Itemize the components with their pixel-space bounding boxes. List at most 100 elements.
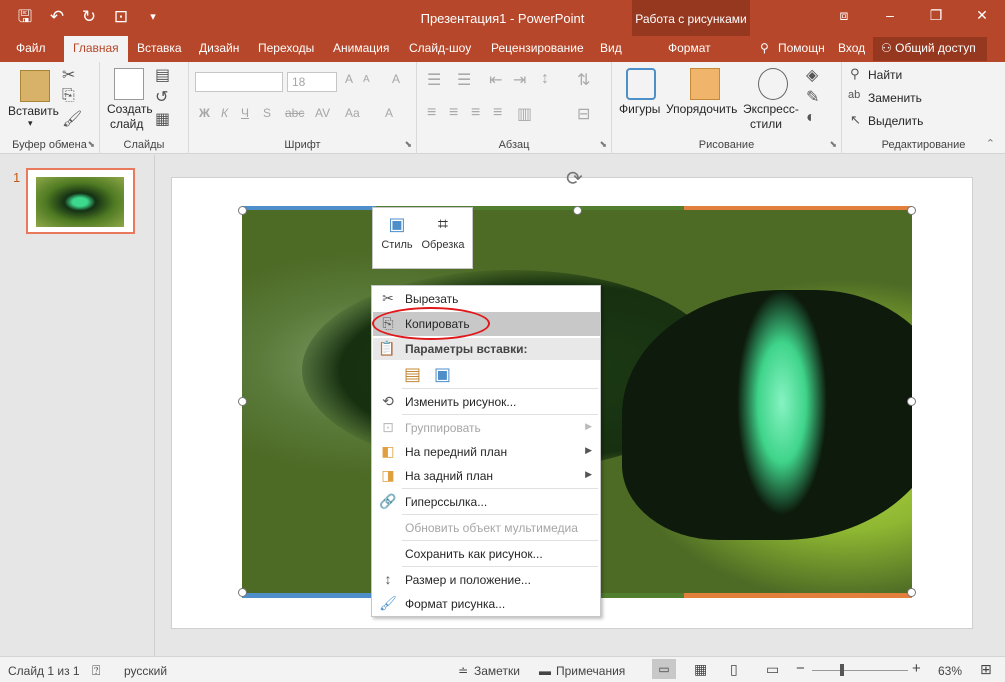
- menu-item-update-media[interactable]: Обновить объект мультимедиа: [373, 516, 600, 540]
- reading-view-icon[interactable]: ▯: [730, 661, 738, 678]
- shapes-button[interactable]: Фигуры: [619, 102, 660, 116]
- comments-icon[interactable]: ▬: [539, 664, 551, 678]
- font-size-combo[interactable]: 18: [287, 72, 337, 92]
- grow-font-button[interactable]: A: [345, 72, 353, 86]
- strikethrough-button[interactable]: abc: [285, 106, 304, 120]
- tab-tell-me[interactable]: Помощн: [778, 41, 825, 55]
- menu-item-save-as-picture[interactable]: Сохранить как рисунок...: [373, 542, 600, 566]
- slideshow-view-icon[interactable]: ▭: [766, 661, 779, 678]
- comments-button[interactable]: Примечания: [556, 664, 625, 678]
- ribbon-display-options-button[interactable]: ⧈: [821, 0, 867, 30]
- paste-as-picture-icon[interactable]: ▣: [434, 364, 451, 385]
- copy-icon[interactable]: ⎘: [62, 87, 75, 105]
- justify-icon[interactable]: ≡: [493, 104, 502, 122]
- shape-outline-icon[interactable]: ✎: [806, 87, 819, 107]
- resize-handle-br[interactable]: [907, 588, 916, 597]
- normal-view-icon[interactable]: ▭: [652, 659, 676, 679]
- new-slide-button[interactable]: Создать: [107, 102, 153, 116]
- numbering-icon[interactable]: ☰: [457, 70, 471, 90]
- tell-me-icon[interactable]: ⚲: [760, 41, 769, 55]
- quick-styles-button-line2[interactable]: стили: [750, 117, 782, 131]
- drawing-launcher-icon[interactable]: ⬊: [829, 139, 837, 150]
- zoom-in-icon[interactable]: +: [912, 660, 921, 677]
- paste-button[interactable]: Вставить: [8, 104, 59, 118]
- align-left-icon[interactable]: ≡: [427, 104, 436, 122]
- find-button[interactable]: Найти: [868, 68, 902, 82]
- bullets-icon[interactable]: ☰: [427, 70, 441, 90]
- columns-icon[interactable]: ▥: [517, 104, 532, 124]
- menu-item-group[interactable]: ⊡ Группировать ▶: [373, 416, 600, 440]
- layout-icon[interactable]: ▤: [155, 65, 170, 85]
- char-spacing-button[interactable]: AV: [315, 106, 330, 120]
- notes-button[interactable]: Заметки: [474, 664, 520, 678]
- shapes-icon[interactable]: [626, 68, 656, 100]
- bold-button[interactable]: Ж: [199, 106, 210, 120]
- increase-indent-icon[interactable]: ⇥: [513, 70, 526, 90]
- collapse-ribbon-icon[interactable]: ⌃: [986, 137, 995, 150]
- shadow-button[interactable]: S: [263, 106, 271, 120]
- shape-fill-icon[interactable]: ◈: [806, 65, 818, 85]
- resize-handle-l[interactable]: [238, 397, 247, 406]
- resize-handle-t[interactable]: [573, 206, 582, 215]
- tab-review[interactable]: Рецензирование: [491, 41, 584, 55]
- align-text-icon[interactable]: ⊟: [577, 104, 590, 124]
- tab-file[interactable]: Файл: [16, 41, 46, 55]
- resize-handle-tl[interactable]: [238, 206, 247, 215]
- resize-handle-tr[interactable]: [907, 206, 916, 215]
- arrange-button[interactable]: Упорядочить: [666, 102, 737, 116]
- paste-keep-formatting-icon[interactable]: ▤: [404, 364, 421, 385]
- fit-slide-icon[interactable]: ⊞: [980, 661, 992, 678]
- select-button[interactable]: Выделить: [868, 114, 923, 128]
- paste-dropdown-icon[interactable]: ▾: [28, 118, 33, 129]
- menu-item-send-backward[interactable]: ◨ На задний план ▶: [373, 464, 600, 488]
- menu-item-hyperlink[interactable]: 🔗 Гиперссылка...: [373, 490, 600, 514]
- arrange-icon[interactable]: [690, 68, 720, 100]
- find-icon[interactable]: ⚲: [850, 66, 860, 82]
- italic-button[interactable]: К: [221, 106, 228, 120]
- paragraph-launcher-icon[interactable]: ⬊: [599, 139, 607, 150]
- select-icon[interactable]: ↖: [850, 112, 861, 128]
- tab-sign-in[interactable]: Вход: [838, 41, 865, 55]
- zoom-level[interactable]: 63%: [938, 664, 962, 678]
- change-case-button[interactable]: Aa: [345, 106, 360, 120]
- clipboard-launcher-icon[interactable]: ⬊: [87, 139, 95, 150]
- cut-icon[interactable]: ✂: [62, 65, 75, 85]
- tab-format[interactable]: Формат: [668, 41, 711, 55]
- restore-button[interactable]: ❐: [913, 0, 959, 30]
- notes-icon[interactable]: ≐: [458, 664, 468, 678]
- zoom-out-icon[interactable]: −: [796, 660, 805, 677]
- font-name-combo[interactable]: [195, 72, 283, 92]
- section-icon[interactable]: ▦: [155, 109, 170, 129]
- quick-styles-icon[interactable]: [758, 68, 788, 100]
- tab-design[interactable]: Дизайн: [199, 41, 239, 55]
- menu-item-bring-forward[interactable]: ◧ На передний план ▶: [373, 440, 600, 464]
- underline-button[interactable]: Ч: [241, 106, 249, 120]
- minimize-button[interactable]: –: [867, 0, 913, 30]
- line-spacing-icon[interactable]: ↕: [541, 70, 549, 88]
- zoom-slider-thumb[interactable]: [840, 664, 844, 676]
- resize-handle-r[interactable]: [907, 397, 916, 406]
- resize-handle-bl[interactable]: [238, 588, 247, 597]
- tab-view[interactable]: Вид: [600, 41, 622, 55]
- language-status[interactable]: русский: [124, 664, 167, 678]
- slide-thumbnail[interactable]: [26, 168, 135, 234]
- decrease-indent-icon[interactable]: ⇤: [489, 70, 502, 90]
- share-button[interactable]: ⚇ Общий доступ: [873, 37, 987, 61]
- rotate-handle-icon[interactable]: ⟳: [566, 166, 583, 191]
- crop-button[interactable]: ⌗ Обрезка: [417, 214, 469, 251]
- menu-item-change-picture[interactable]: ⟲ Изменить рисунок...: [373, 390, 600, 414]
- tab-home[interactable]: Главная: [64, 36, 128, 62]
- tab-transitions[interactable]: Переходы: [258, 41, 314, 55]
- tab-insert[interactable]: Вставка: [137, 41, 182, 55]
- shrink-font-button[interactable]: A: [363, 74, 370, 85]
- zoom-slider[interactable]: [812, 670, 908, 671]
- font-color-button[interactable]: А: [385, 106, 393, 120]
- menu-item-format-picture[interactable]: 🖌 Формат рисунка...: [373, 592, 600, 616]
- quick-styles-button[interactable]: Экспресс-: [743, 102, 799, 116]
- menu-item-size-position[interactable]: ↕ Размер и положение...: [373, 568, 600, 592]
- shape-effects-icon[interactable]: ◐: [806, 109, 816, 127]
- format-painter-icon[interactable]: 🖌: [62, 109, 82, 129]
- new-slide-icon[interactable]: [114, 68, 144, 100]
- slide-sorter-icon[interactable]: ▦: [694, 661, 707, 678]
- reset-icon[interactable]: ↺: [155, 87, 168, 107]
